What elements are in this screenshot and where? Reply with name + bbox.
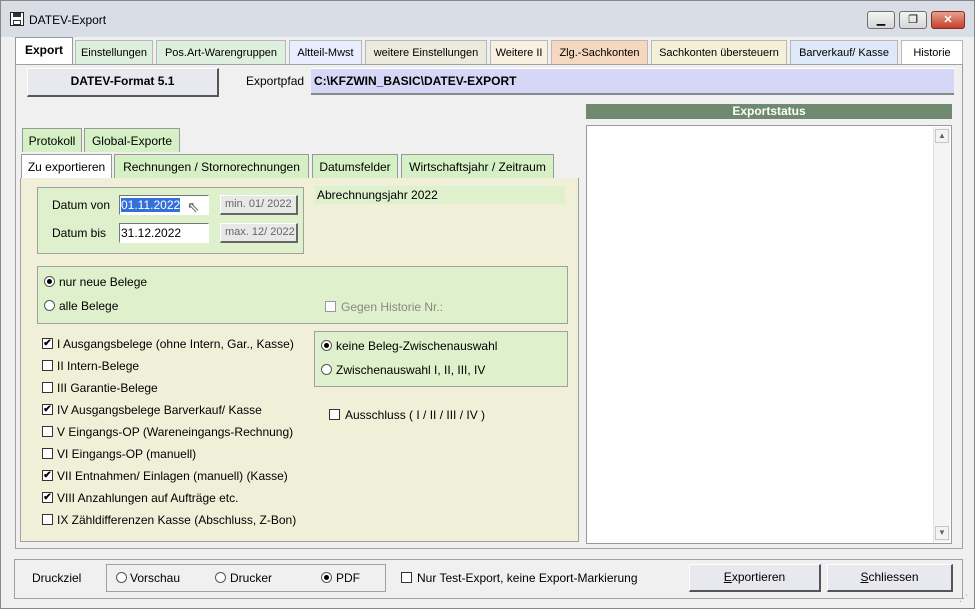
tab-rechnungen-stornorechnungen[interactable]: Rechnungen / Stornorechnungen xyxy=(114,154,309,178)
tab-weitere-ii[interactable]: Weitere II xyxy=(490,40,548,64)
checkbox-test-export[interactable] xyxy=(401,572,412,583)
radio-nur-neue-belege[interactable] xyxy=(44,276,55,287)
tab-einstellungen[interactable]: Einstellungen xyxy=(75,40,153,64)
mouse-cursor-icon: ⇖ xyxy=(187,199,200,216)
min-date-hint: min. 01/ 2022 xyxy=(220,195,298,215)
checkbox-eingangs-op-manuell[interactable] xyxy=(42,448,53,459)
gegen-historie-label: Gegen Historie Nr.: xyxy=(341,300,444,314)
schliessen-label: chliessen xyxy=(868,570,919,584)
checkbox-ausgangsbelege[interactable]: ✔ xyxy=(42,338,53,349)
barverkauf-kasse-label: IV Ausgangsbelege Barverkauf/ Kasse xyxy=(57,403,262,417)
tab-posart-warengruppen[interactable]: Pos.Art-Warengruppen xyxy=(156,40,286,64)
intern-belege-label: II Intern-Belege xyxy=(57,359,140,373)
tab-protokoll[interactable]: Protokoll xyxy=(22,128,82,152)
datum-von-value: 01.11.2022 xyxy=(121,198,181,212)
checkbox-intern-belege[interactable] xyxy=(42,360,53,371)
tab-wirtschaftsjahr-zeitraum[interactable]: Wirtschaftsjahr / Zeitraum xyxy=(401,154,554,178)
tab-export[interactable]: Export xyxy=(15,37,73,65)
datum-bis-input[interactable]: 31.12.2022 xyxy=(119,223,209,243)
tab-global-exporte[interactable]: Global-Exporte xyxy=(84,128,180,152)
radio-vorschau[interactable] xyxy=(116,572,127,583)
tab-datumsfelder[interactable]: Datumsfelder xyxy=(312,154,398,178)
tab-barverkauf-kasse[interactable]: Barverkauf/ Kasse xyxy=(790,40,898,64)
checkbox-zaehldifferenzen[interactable] xyxy=(42,514,53,525)
tab-zu-exportieren[interactable]: Zu exportieren xyxy=(21,154,112,179)
vorschau-label[interactable]: Vorschau xyxy=(130,571,180,585)
checkbox-garantie-belege[interactable] xyxy=(42,382,53,393)
anzahlungen-label: VIII Anzahlungen auf Aufträge etc. xyxy=(57,491,239,505)
maximize-button[interactable]: ❐ xyxy=(899,11,927,29)
radio-keine-zwischenauswahl[interactable] xyxy=(321,340,332,351)
checkbox-anzahlungen[interactable]: ✔ xyxy=(42,492,53,503)
exportpfad-field[interactable]: C:\KFZWIN_BASIC\DATEV-EXPORT xyxy=(311,68,954,95)
datum-von-label: Datum von xyxy=(52,198,111,212)
alle-belege-label[interactable]: alle Belege xyxy=(59,299,118,313)
exportieren-mnemonic: E xyxy=(723,570,732,584)
tab-historie[interactable]: Historie xyxy=(901,40,963,64)
window-title: DATEV-Export xyxy=(29,13,107,27)
radio-alle-belege[interactable] xyxy=(44,300,55,311)
radio-drucker[interactable] xyxy=(215,572,226,583)
exportieren-label: xportieren xyxy=(731,570,786,584)
schliessen-button[interactable]: Schliessen xyxy=(827,564,953,592)
scroll-up-icon[interactable]: ▲ xyxy=(935,129,949,143)
exportstatus-log[interactable]: ▲ ▼ xyxy=(586,125,952,544)
minimize-button[interactable]: ▁ xyxy=(867,11,895,29)
floppy-disk-icon xyxy=(10,12,24,26)
checkbox-ausschluss[interactable] xyxy=(329,409,340,420)
app-window: DATEV-Export ▁ ❐ ✕ Export Einstellungen … xyxy=(0,0,975,609)
eingangs-op-ware-label: V Eingangs-OP (Wareneingangs-Rechnung) xyxy=(57,425,294,439)
abrechnungsjahr-label: Abrechnungsjahr 2022 xyxy=(317,188,438,202)
checkbox-barverkauf-kasse[interactable]: ✔ xyxy=(42,404,53,415)
tab-weitere-einstellungen[interactable]: weitere Einstellungen xyxy=(365,40,487,64)
abrechnungsjahr-box: Abrechnungsjahr 2022 xyxy=(315,186,565,204)
max-date-hint: max. 12/ 2022 xyxy=(220,223,298,243)
test-export-label: Nur Test-Export, keine Export-Markierung xyxy=(417,571,638,585)
title-bar: DATEV-Export ▁ ❐ ✕ xyxy=(1,1,974,37)
nur-neue-belege-label[interactable]: nur neue Belege xyxy=(59,275,147,289)
entnahmen-einlagen-label: VII Entnahmen/ Einlagen (manuell) (Kasse… xyxy=(57,469,288,483)
checkbox-gegen-historie[interactable] xyxy=(325,301,336,312)
exportieren-button[interactable]: Exportieren xyxy=(689,564,821,592)
status-scrollbar[interactable]: ▲ ▼ xyxy=(933,127,950,542)
tab-zlg-sachkonten[interactable]: Zlg.-Sachkonten xyxy=(551,40,648,64)
keine-zwischenauswahl-label[interactable]: keine Beleg-Zwischenauswahl xyxy=(336,339,497,353)
zwischenauswahl-label[interactable]: Zwischenauswahl I, II, III, IV xyxy=(336,363,485,377)
resize-grip-icon[interactable]: ⋰ xyxy=(959,593,968,604)
datum-bis-label: Datum bis xyxy=(52,226,107,240)
zaehldifferenzen-label: IX Zähldifferenzen Kasse (Abschluss, Z-B… xyxy=(57,513,297,527)
checkbox-entnahmen-einlagen[interactable]: ✔ xyxy=(42,470,53,481)
exportstatus-header: Exportstatus xyxy=(586,104,952,119)
ausschluss-label: Ausschluss ( I / II / III / IV ) xyxy=(345,408,486,422)
eingangs-op-manuell-label: VI Eingangs-OP (manuell) xyxy=(57,447,197,461)
tab-sachkonten-uebersteuern[interactable]: Sachkonten übersteuern xyxy=(651,40,787,64)
pdf-label[interactable]: PDF xyxy=(336,571,360,585)
datev-format-button[interactable]: DATEV-Format 5.1 xyxy=(27,68,219,97)
drucker-label[interactable]: Drucker xyxy=(230,571,272,585)
checkbox-eingangs-op-ware[interactable] xyxy=(42,426,53,437)
radio-zwischenauswahl[interactable] xyxy=(321,364,332,375)
close-window-button[interactable]: ✕ xyxy=(931,11,965,29)
scroll-down-icon[interactable]: ▼ xyxy=(935,526,949,540)
druckziel-label: Druckziel xyxy=(32,571,82,585)
ausgangsbelege-label: I Ausgangsbelege (ohne Intern, Gar., Kas… xyxy=(57,337,294,351)
exportpfad-label: Exportpfad xyxy=(246,74,305,88)
radio-pdf[interactable] xyxy=(321,572,332,583)
tab-altteil-mwst[interactable]: Altteil-Mwst xyxy=(289,40,362,64)
garantie-belege-label: III Garantie-Belege xyxy=(57,381,158,395)
